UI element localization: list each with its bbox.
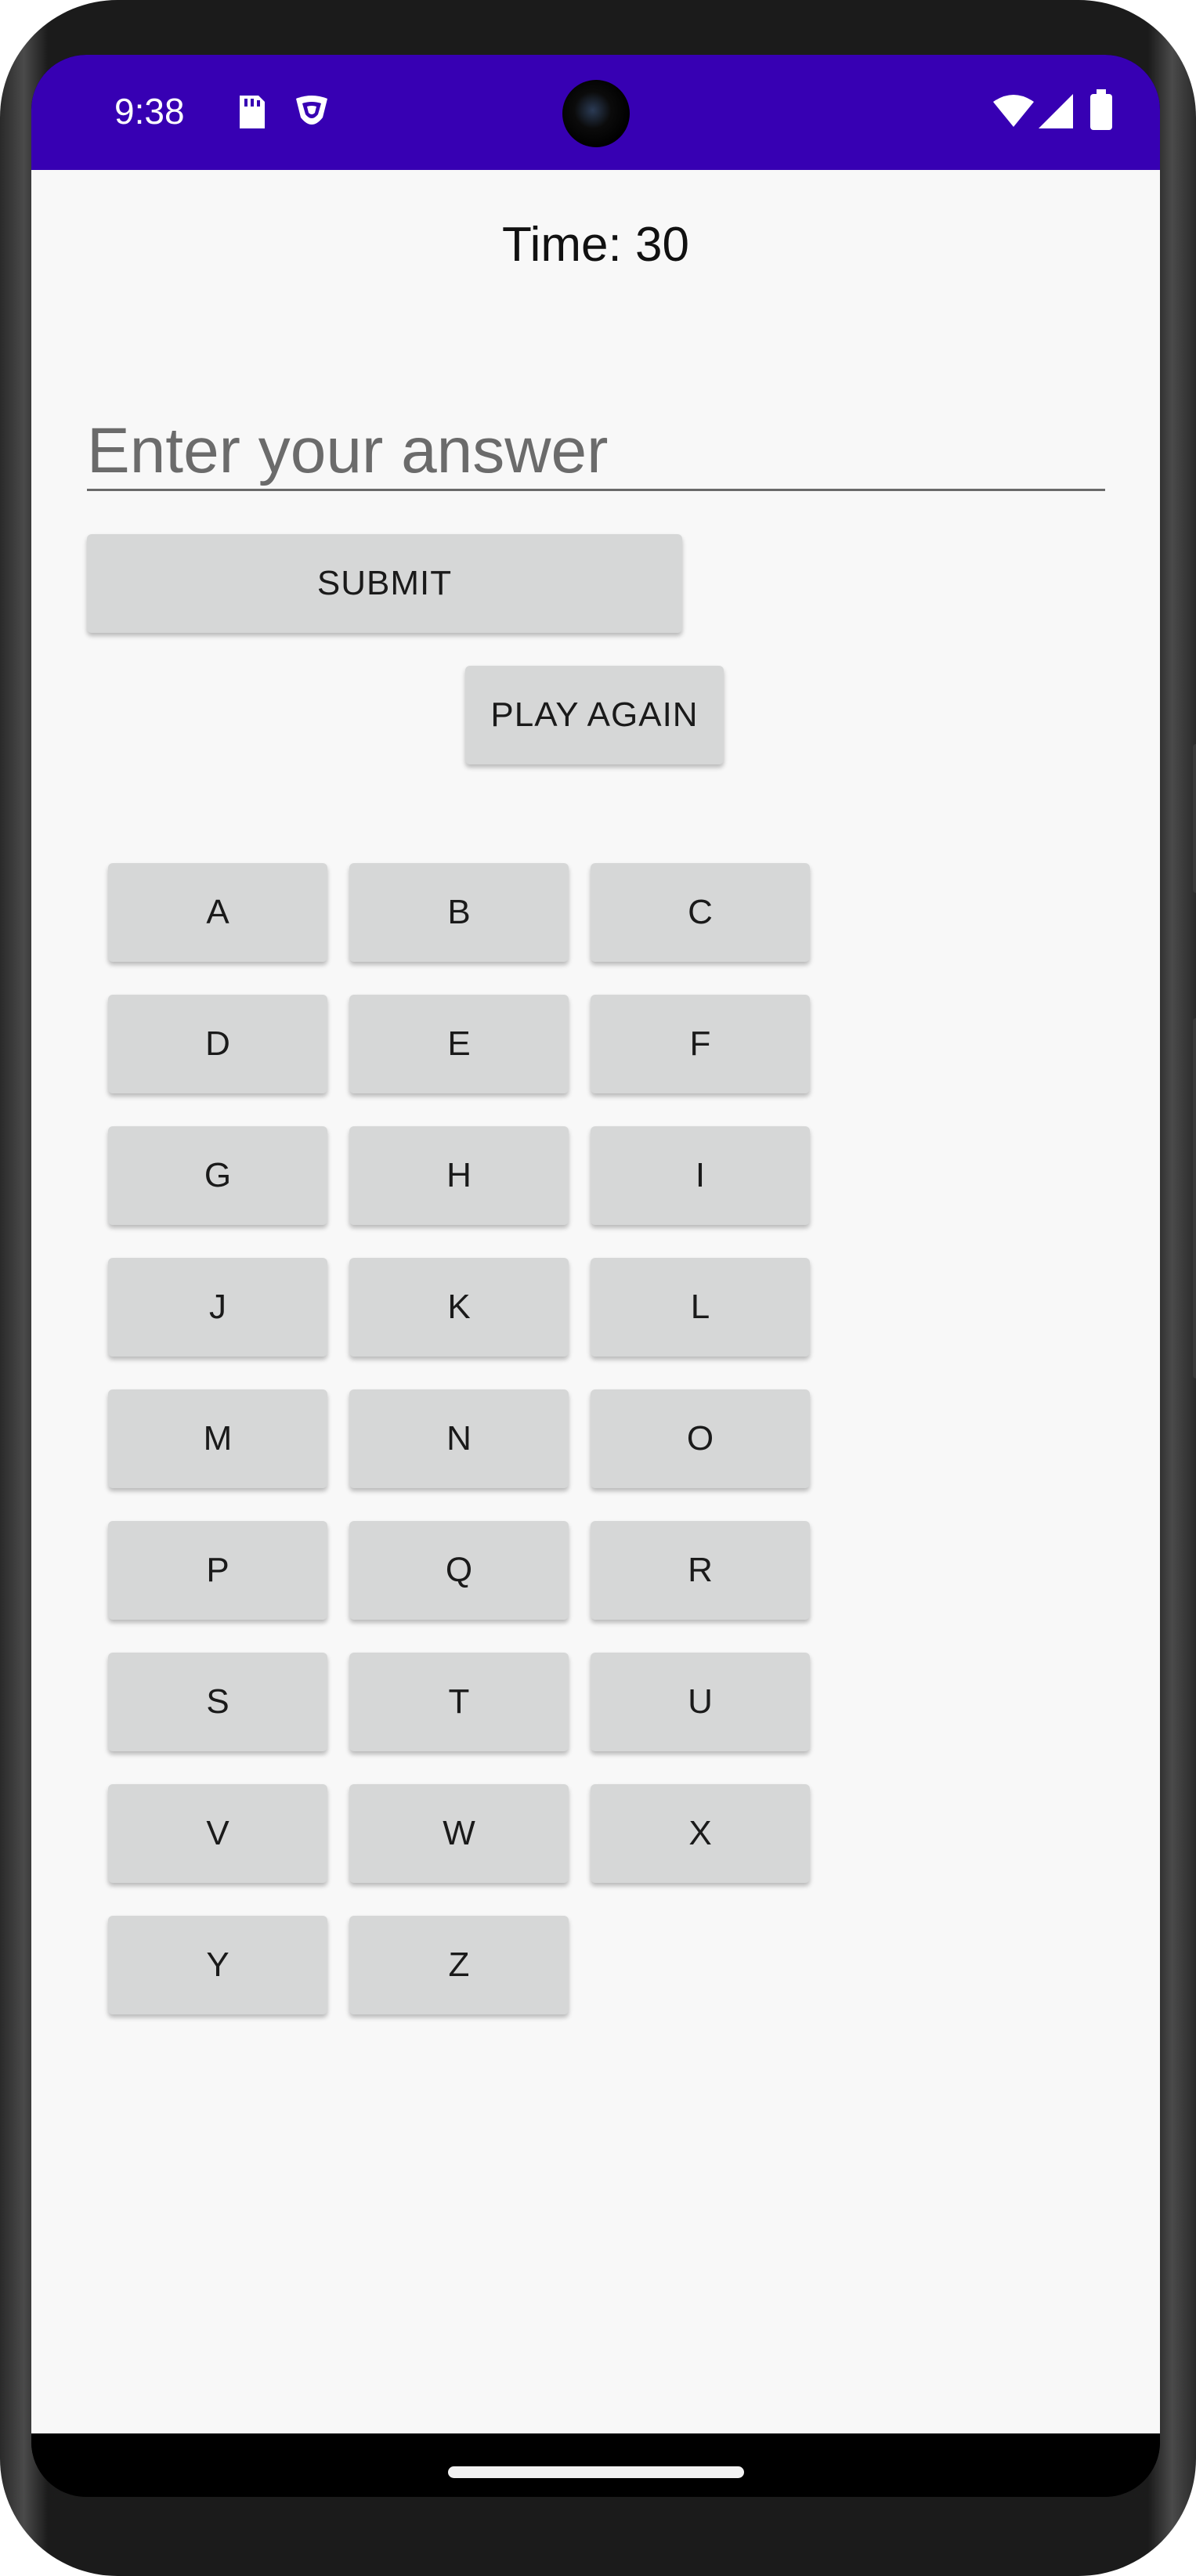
submit-button[interactable]: SUBMIT: [87, 534, 682, 633]
letter-button-p[interactable]: P: [108, 1521, 327, 1620]
letter-button-u[interactable]: U: [591, 1653, 810, 1751]
phone-frame: 9:38 Time: 30 Enter your answer SUBMIT P…: [0, 0, 1196, 2576]
letter-button-e[interactable]: E: [349, 995, 569, 1093]
letter-button-m[interactable]: M: [108, 1389, 327, 1488]
app-content: Time: 30 SUBMIT PLAY AGAIN A B C D E F G…: [31, 170, 1160, 2433]
phone-screen: 9:38 Time: 30 Enter your answer SUBMIT P…: [31, 55, 1160, 2497]
letter-button-s[interactable]: S: [108, 1653, 327, 1751]
letter-button-z[interactable]: Z: [349, 1916, 569, 2014]
power-button: [1193, 744, 1196, 893]
letter-button-q[interactable]: Q: [349, 1521, 569, 1620]
letter-button-w[interactable]: W: [349, 1784, 569, 1883]
letter-button-h[interactable]: H: [349, 1126, 569, 1225]
volume-button: [1193, 1018, 1196, 1378]
letter-button-g[interactable]: G: [108, 1126, 327, 1225]
letter-button-y[interactable]: Y: [108, 1916, 327, 2014]
play-again-button[interactable]: PLAY AGAIN: [465, 666, 724, 764]
status-time: 9:38: [114, 91, 185, 132]
timer-label: Time: 30: [502, 218, 689, 272]
letter-button-r[interactable]: R: [591, 1521, 810, 1620]
answer-input[interactable]: [87, 413, 1105, 491]
letter-button-j[interactable]: J: [108, 1258, 327, 1357]
cellular-signal-icon: [1039, 94, 1073, 132]
letter-button-o[interactable]: O: [591, 1389, 810, 1488]
letter-button-k[interactable]: K: [349, 1258, 569, 1357]
letter-button-a[interactable]: A: [108, 863, 327, 962]
shield-icon: [293, 92, 331, 135]
letter-button-i[interactable]: I: [591, 1126, 810, 1225]
letter-button-d[interactable]: D: [108, 995, 327, 1093]
letter-button-b[interactable]: B: [349, 863, 569, 962]
letter-button-l[interactable]: L: [591, 1258, 810, 1357]
letter-keyboard: A B C D E F G H I J K L M N O P Q R S T: [108, 863, 825, 2014]
letter-button-v[interactable]: V: [108, 1784, 327, 1883]
sd-card-icon: [233, 92, 268, 135]
letter-button-x[interactable]: X: [591, 1784, 810, 1883]
home-indicator[interactable]: [448, 2466, 744, 2478]
wifi-icon: [993, 94, 1034, 132]
front-camera: [562, 80, 630, 147]
letter-button-t[interactable]: T: [349, 1653, 569, 1751]
letter-button-f[interactable]: F: [591, 995, 810, 1093]
letter-button-c[interactable]: C: [591, 863, 810, 962]
letter-button-n[interactable]: N: [349, 1389, 569, 1488]
navigation-bar: [31, 2433, 1160, 2497]
battery-icon: [1090, 89, 1112, 134]
status-bar: 9:38: [31, 55, 1160, 170]
